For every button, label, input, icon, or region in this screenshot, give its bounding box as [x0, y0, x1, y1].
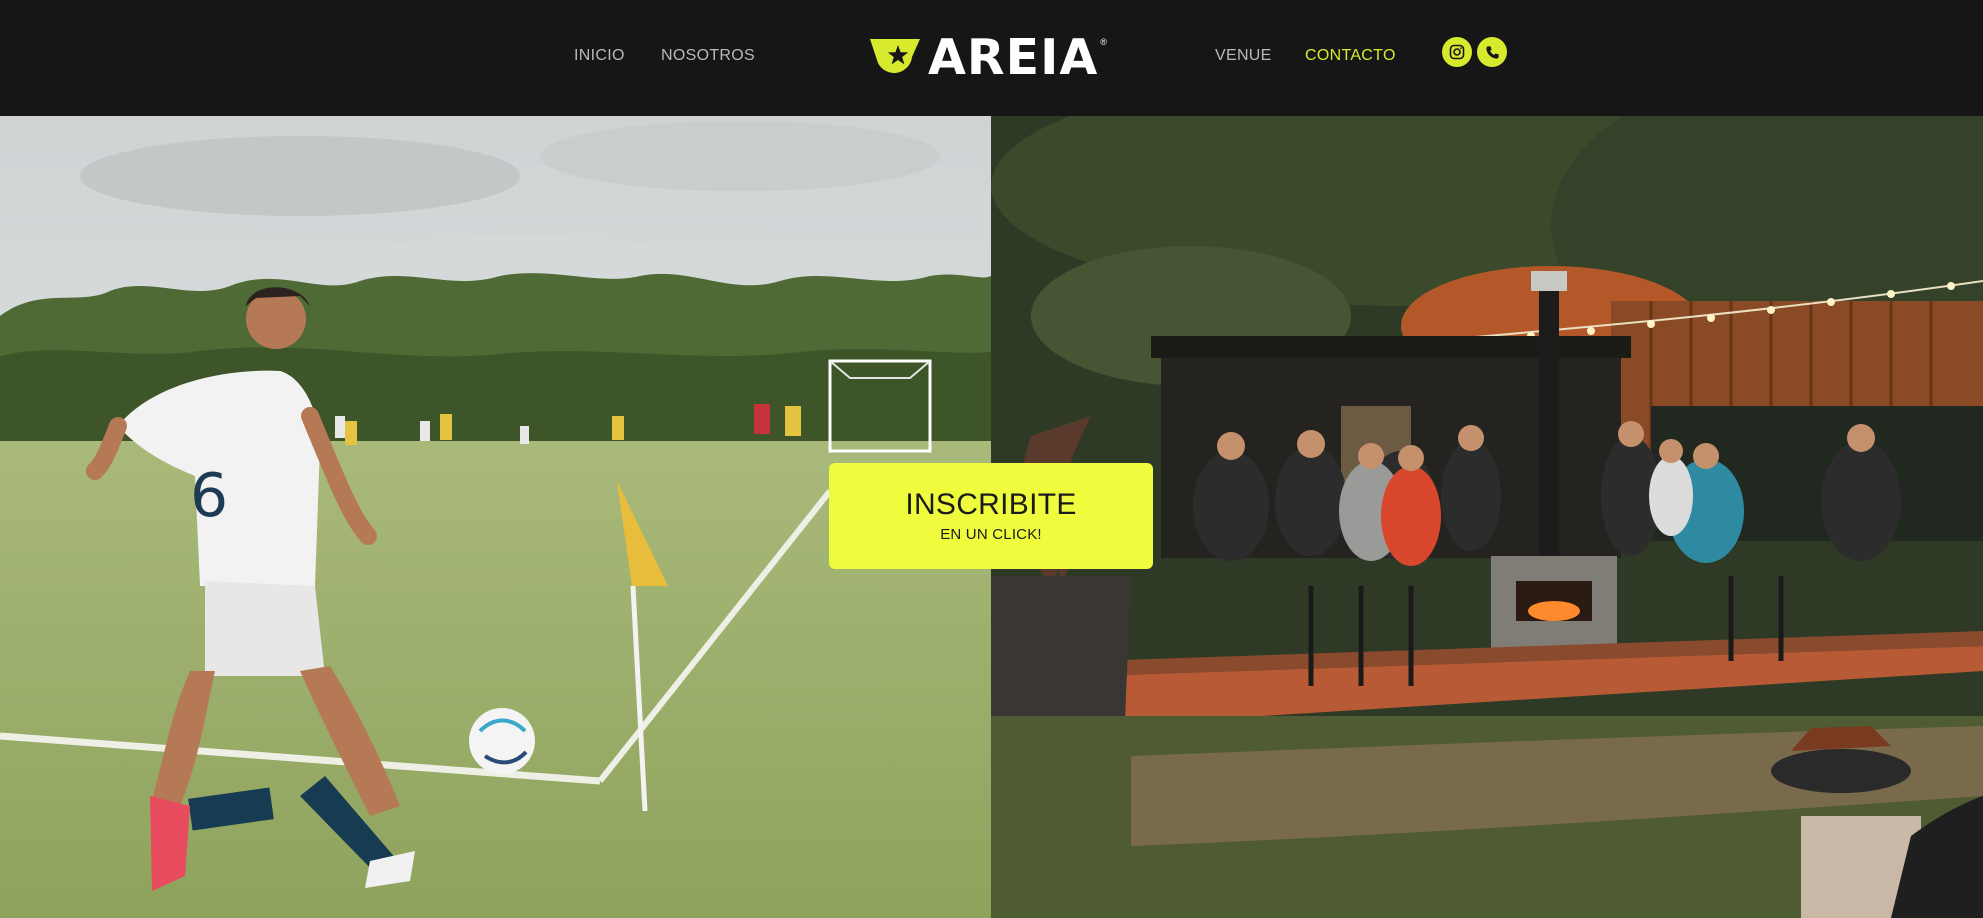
- brand-logo[interactable]: AREIA ®: [868, 28, 1107, 86]
- site-header: INICIO NOSOTROS AREIA ® VENUE CONTACTO: [0, 0, 1983, 116]
- instagram-button[interactable]: [1442, 37, 1472, 67]
- phone-button[interactable]: [1477, 37, 1507, 67]
- nav-link-inicio[interactable]: INICIO: [574, 47, 625, 65]
- nav-link-nosotros[interactable]: NOSOTROS: [661, 47, 755, 65]
- star-shield-logo-icon: [870, 39, 920, 73]
- registered-mark: ®: [1100, 37, 1107, 47]
- cta-title: INSCRIBITE: [905, 487, 1077, 521]
- signup-cta-button[interactable]: INSCRIBITE EN UN CLICK!: [829, 463, 1153, 569]
- svg-text:6: 6: [190, 461, 228, 531]
- nav-link-contacto[interactable]: CONTACTO: [1305, 47, 1396, 65]
- nav-link-venue[interactable]: VENUE: [1215, 47, 1272, 65]
- brand-logo-text: AREIA: [928, 28, 1099, 86]
- cta-subtitle: EN UN CLICK!: [940, 526, 1042, 544]
- phone-icon: [1485, 45, 1499, 59]
- instagram-icon: [1449, 44, 1465, 60]
